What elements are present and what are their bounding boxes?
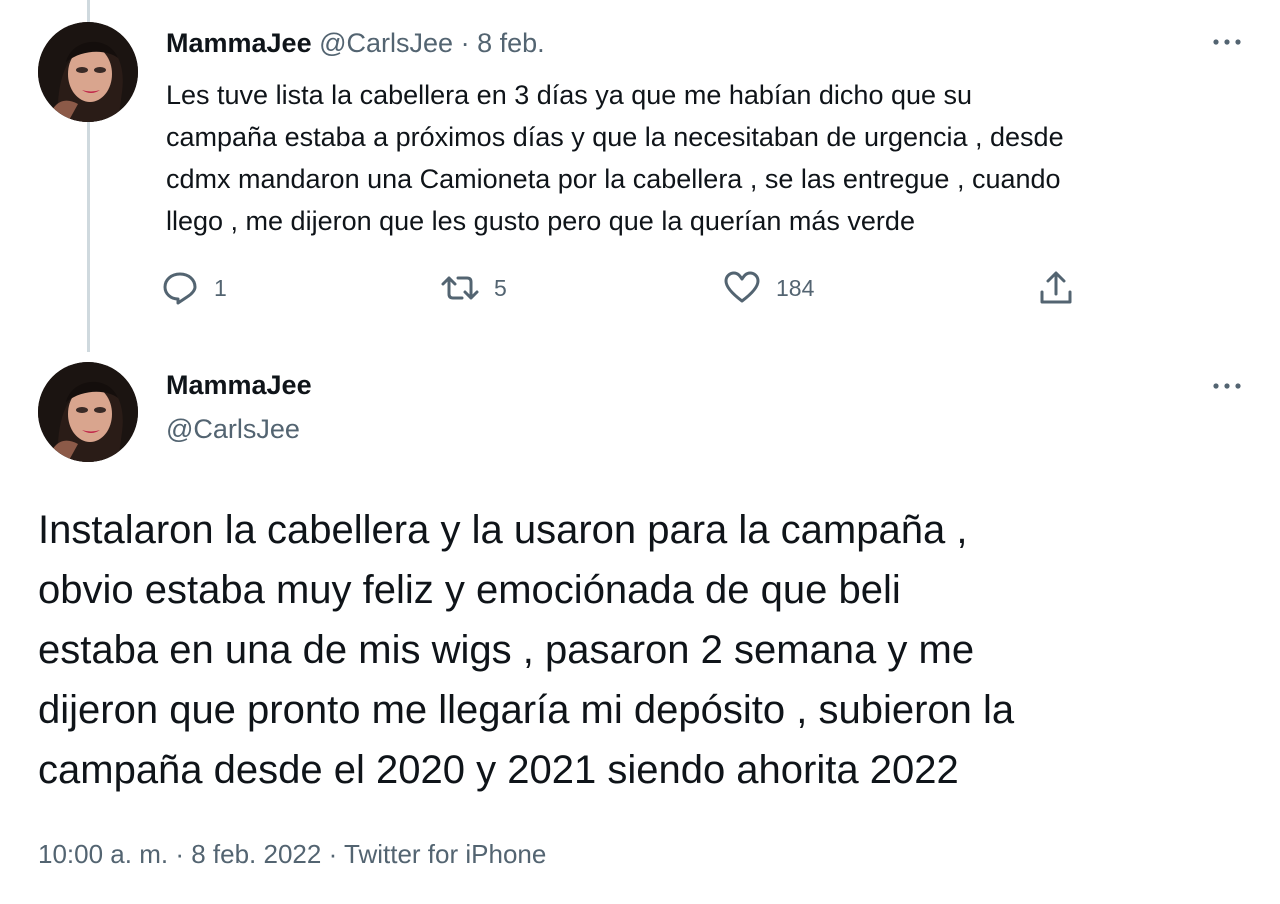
tweet-text: Instalaron la cabellera y la usaron para… bbox=[38, 500, 1258, 800]
avatar[interactable] bbox=[38, 362, 138, 462]
more-icon[interactable] bbox=[1212, 372, 1242, 392]
user-handle[interactable]: @CarlsJee bbox=[319, 28, 453, 58]
profile-photo bbox=[38, 362, 138, 462]
tweet-date[interactable]: 8 feb. bbox=[477, 28, 545, 58]
reply-icon bbox=[163, 272, 197, 305]
dots-icon bbox=[1213, 383, 1241, 389]
tweet-text-line: cdmx mandaron una Camioneta por la cabel… bbox=[166, 164, 1061, 194]
retweet-icon bbox=[441, 276, 479, 300]
heart-icon bbox=[724, 271, 760, 303]
meta-separator: · bbox=[175, 839, 184, 869]
dots-icon bbox=[1213, 39, 1241, 45]
tweet-full-date[interactable]: 8 feb. 2022 bbox=[191, 839, 321, 869]
share-icon bbox=[1040, 271, 1072, 304]
reply-count: 1 bbox=[214, 274, 227, 301]
more-icon[interactable] bbox=[1212, 28, 1242, 48]
tweet-source[interactable]: Twitter for iPhone bbox=[344, 839, 546, 869]
meta-separator: · bbox=[328, 839, 338, 869]
share-button[interactable] bbox=[1036, 268, 1076, 308]
tweet-metadata: 10:00 a. m. · 8 feb. 2022 · Twitter for … bbox=[38, 836, 546, 872]
tweet-text-line: Instalaron la cabellera y la usaron para… bbox=[38, 508, 968, 552]
retweet-button[interactable]: 5 bbox=[440, 268, 507, 308]
tweet-text-line: estaba en una de mis wigs , pasaron 2 se… bbox=[38, 628, 975, 672]
user-handle[interactable]: @CarlsJee bbox=[166, 412, 300, 446]
tweet-text-line: llego , me dijeron que les gusto pero qu… bbox=[166, 206, 915, 236]
tweet-actions: 1 5 184 bbox=[0, 268, 1280, 308]
tweet-text: Les tuve lista la cabellera en 3 días ya… bbox=[166, 74, 1246, 242]
tweet-time[interactable]: 10:00 a. m. bbox=[38, 839, 168, 869]
reply-button[interactable]: 1 bbox=[160, 268, 227, 308]
display-name[interactable]: MammaJee bbox=[166, 368, 312, 402]
like-button[interactable]: 184 bbox=[722, 268, 814, 308]
header-separator: · bbox=[460, 28, 470, 58]
tweet-text-line: campaña estaba a próximos días y que la … bbox=[166, 122, 1064, 152]
like-count: 184 bbox=[776, 274, 815, 301]
tweet-text-line: obvio estaba muy feliz y emociónada de q… bbox=[38, 568, 901, 612]
avatar[interactable] bbox=[38, 22, 138, 122]
tweet-text-line: dijeron que pronto me llegaría mi depósi… bbox=[38, 688, 1015, 732]
retweet-count: 5 bbox=[494, 274, 507, 301]
profile-photo bbox=[38, 22, 138, 122]
tweet-text-line: campaña desde el 2020 y 2021 siendo ahor… bbox=[38, 748, 959, 792]
tweet-text-line: Les tuve lista la cabellera en 3 días ya… bbox=[166, 80, 973, 110]
tweet-header: MammaJee @CarlsJee · 8 feb. bbox=[166, 26, 545, 60]
display-name[interactable]: MammaJee bbox=[166, 28, 312, 58]
